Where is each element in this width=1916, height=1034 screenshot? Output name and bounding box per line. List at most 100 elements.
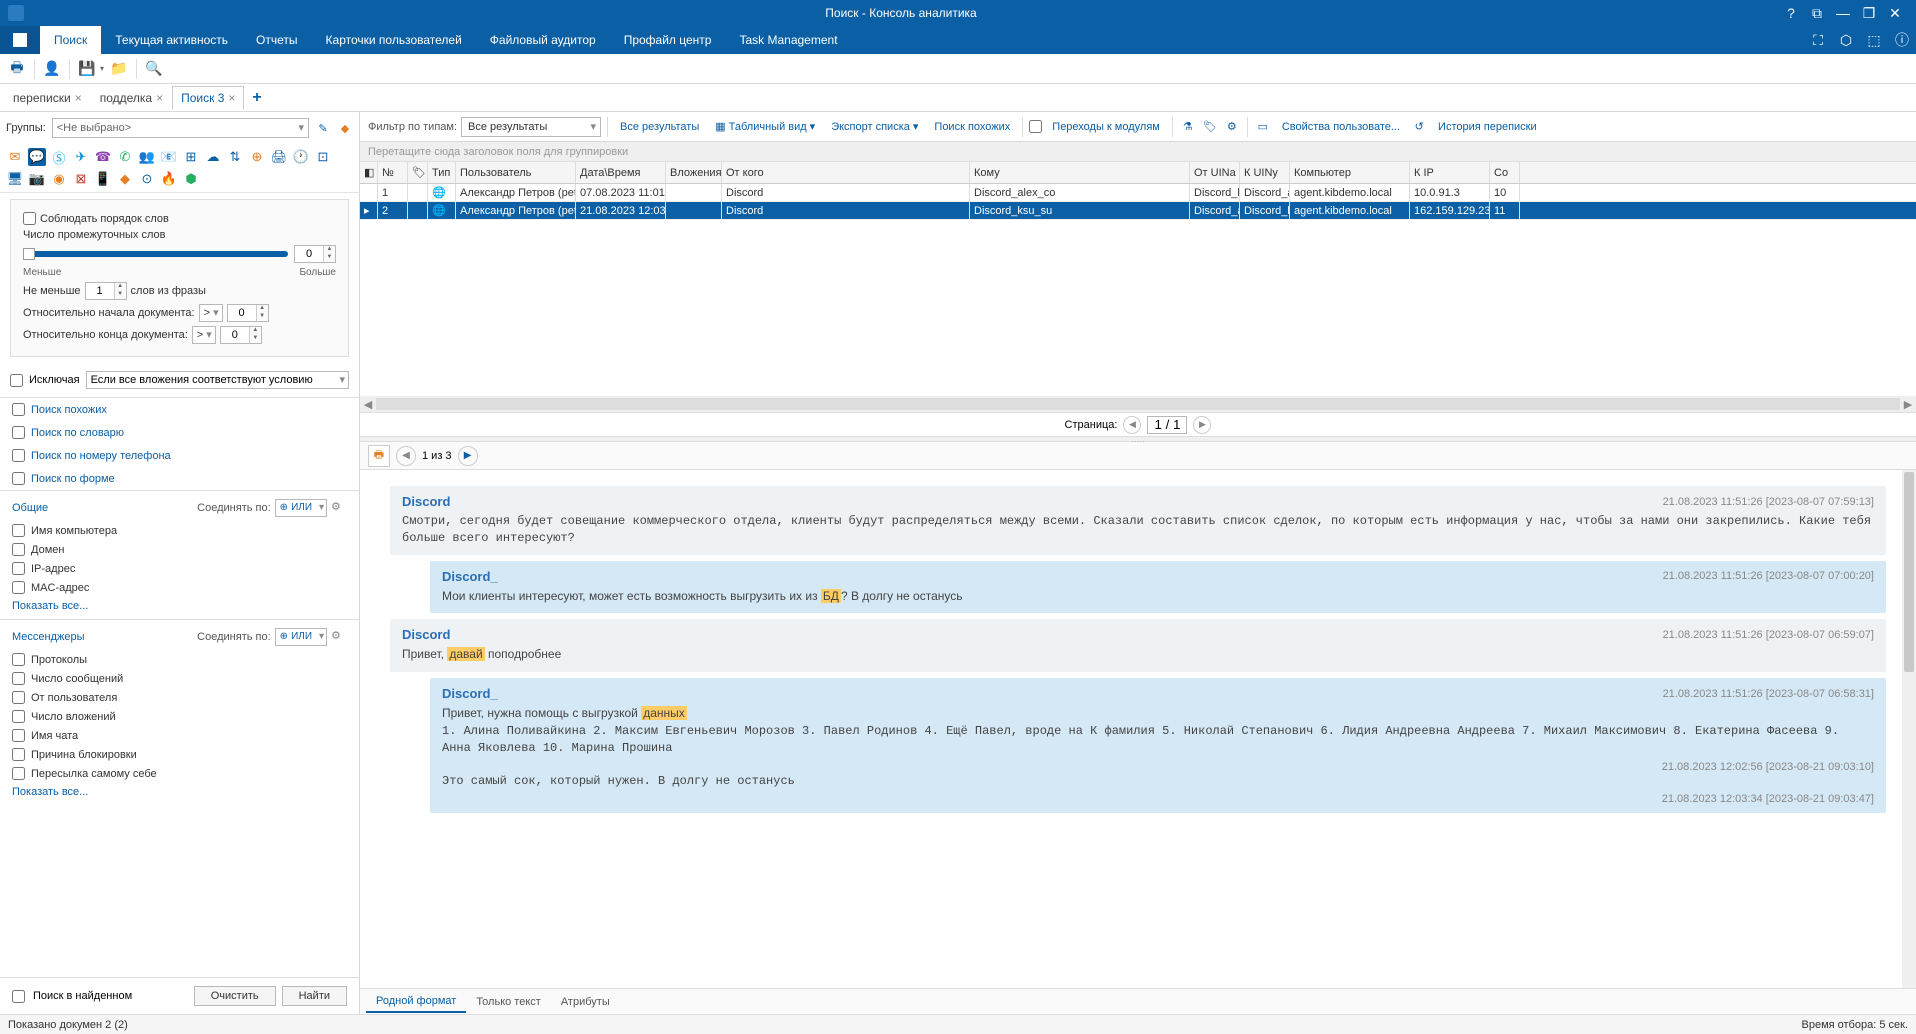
whatsapp-icon[interactable]: ✆ [116, 148, 134, 166]
col-no[interactable]: № [378, 162, 408, 183]
mac-checkbox[interactable] [12, 581, 25, 594]
channel-icon[interactable]: ⊙ [138, 170, 156, 188]
save-icon[interactable]: 💾 [76, 58, 98, 80]
rel-start-op[interactable]: > [199, 304, 223, 322]
search-in-found-checkbox[interactable] [12, 990, 25, 1003]
channel-icon[interactable]: ⬢ [182, 170, 200, 188]
find-button[interactable]: Найти [282, 986, 347, 1006]
channel-icon[interactable]: 🔥 [160, 170, 178, 188]
self-fwd-checkbox[interactable] [12, 767, 25, 780]
im-icon[interactable]: 💬 [28, 148, 46, 166]
domain-checkbox[interactable] [12, 543, 25, 556]
tab-close-icon[interactable]: × [75, 91, 82, 105]
preview-next-button[interactable]: ▶ [458, 446, 478, 466]
print2-icon[interactable]: 🖨 [270, 148, 288, 166]
history-link[interactable]: История переписки [1432, 121, 1543, 133]
grid-scrollbar[interactable]: ◀▶ [360, 396, 1916, 412]
page-next-button[interactable]: ▶ [1193, 416, 1211, 434]
messengers-logic-select[interactable]: ИЛИ [275, 628, 327, 646]
close-button[interactable]: ✕ [1882, 0, 1908, 26]
help-button[interactable]: ? [1778, 0, 1804, 26]
col-type[interactable]: Тип [428, 162, 456, 183]
maximize-button[interactable]: ❐ [1856, 0, 1882, 26]
col-att[interactable]: Вложения [666, 162, 722, 183]
rel-end-spinner[interactable]: ▲▼ [220, 326, 262, 344]
tab-native-format[interactable]: Родной формат [366, 991, 466, 1013]
col-uina[interactable]: От UINa [1190, 162, 1240, 183]
col-pc[interactable]: Компьютер [1290, 162, 1410, 183]
cube-icon[interactable]: ⬚ [1860, 26, 1888, 54]
viber-icon[interactable]: ☎ [94, 148, 112, 166]
msg-count-checkbox[interactable] [12, 672, 25, 685]
tab-text-only[interactable]: Только текст [466, 992, 551, 1012]
export-link[interactable]: Экспорт списка ▾ [825, 120, 924, 133]
tab-close-icon[interactable]: × [228, 91, 235, 105]
type-filter-select[interactable]: Все результаты [461, 117, 601, 137]
page-input[interactable] [1147, 416, 1187, 434]
channel-icon[interactable]: ⊕ [248, 148, 266, 166]
groups-select[interactable]: <Не выбрано> [52, 118, 309, 138]
card-icon[interactable]: ▭ [1254, 120, 1272, 133]
rel-end-op[interactable]: > [192, 326, 216, 344]
all-results-link[interactable]: Все результаты [614, 121, 705, 133]
clear-button[interactable]: Очистить [194, 986, 276, 1006]
print-preview-button[interactable]: 🖶 [368, 445, 390, 467]
tab-item[interactable]: подделка× [91, 86, 172, 110]
col-mark[interactable]: ◧ [360, 162, 378, 183]
messengers-show-all[interactable]: Показать все... [0, 783, 359, 801]
computer-name-checkbox[interactable] [12, 524, 25, 537]
tab-item[interactable]: переписки× [4, 86, 91, 110]
page-prev-button[interactable]: ◀ [1123, 416, 1141, 434]
layout-button[interactable]: ⧉ [1804, 0, 1830, 26]
teams-icon[interactable]: 👥 [138, 148, 156, 166]
history-icon[interactable]: ↺ [1410, 120, 1428, 133]
eraser-icon[interactable]: ◆ [337, 120, 353, 136]
preview-scrollbar[interactable] [1902, 470, 1916, 988]
col-uinu[interactable]: К UINу [1240, 162, 1290, 183]
open-icon[interactable]: 📁 [108, 58, 130, 80]
preview-prev-button[interactable]: ◀ [396, 446, 416, 466]
col-to[interactable]: Кому [970, 162, 1190, 183]
save-dropdown[interactable]: ▾ [100, 64, 104, 73]
menu-cards[interactable]: Карточки пользователей [312, 26, 476, 54]
filter-dictionary[interactable]: Поиск по словарю [0, 421, 359, 444]
mail-icon[interactable]: ✉ [6, 148, 24, 166]
monitor-icon[interactable]: 🖥 [6, 170, 24, 188]
col-ip[interactable]: К IP [1410, 162, 1490, 183]
block-reason-checkbox[interactable] [12, 748, 25, 761]
menu-file-auditor[interactable]: Файловый аудитор [476, 26, 610, 54]
col-user[interactable]: Пользователь [456, 162, 576, 183]
group-drop-zone[interactable]: Перетащите сюда заголовок поля для групп… [360, 142, 1916, 162]
channel-icon[interactable]: ◆ [116, 170, 134, 188]
min-words-spinner[interactable]: ▲▼ [85, 282, 127, 300]
general-show-all[interactable]: Показать все... [0, 597, 359, 615]
app-menu-button[interactable] [0, 26, 40, 54]
menu-activity[interactable]: Текущая активность [101, 26, 242, 54]
att-count-checkbox[interactable] [12, 710, 25, 723]
col-from[interactable]: От кого [722, 162, 970, 183]
clock-icon[interactable]: 🕐 [292, 148, 310, 166]
tab-item[interactable]: Поиск 3× [172, 86, 244, 110]
channel-icon[interactable]: ⊞ [182, 148, 200, 166]
print-icon[interactable]: 🖶 [6, 58, 28, 80]
modules-checkbox[interactable] [1029, 120, 1042, 133]
expand-icon[interactable]: ⛶ [1804, 26, 1832, 54]
channel-icon[interactable]: ◉ [50, 170, 68, 188]
filter-phone[interactable]: Поиск по номеру телефона [0, 444, 359, 467]
cloud-icon[interactable]: ☁ [204, 148, 222, 166]
gap-spinner[interactable]: ▲▼ [294, 245, 336, 263]
skype-icon[interactable]: Ⓢ [50, 148, 68, 166]
tag-icon[interactable]: 🏷 [1201, 120, 1219, 133]
camera-icon[interactable]: 📷 [28, 170, 46, 188]
table-row[interactable]: 1 🌐 Александр Петров (petrov... 07.08.20… [360, 184, 1916, 202]
modules-link[interactable]: Переходы к модулям [1046, 121, 1166, 133]
protocols-checkbox[interactable] [12, 653, 25, 666]
rel-start-spinner[interactable]: ▲▼ [227, 304, 269, 322]
gap-slider[interactable] [23, 251, 288, 257]
info-icon[interactable]: ⓘ [1888, 26, 1916, 54]
exclude-checkbox[interactable] [10, 374, 23, 387]
menu-search[interactable]: Поиск [40, 26, 101, 54]
minimize-button[interactable]: — [1830, 0, 1856, 26]
telegram-icon[interactable]: ✈ [72, 148, 90, 166]
ip-checkbox[interactable] [12, 562, 25, 575]
